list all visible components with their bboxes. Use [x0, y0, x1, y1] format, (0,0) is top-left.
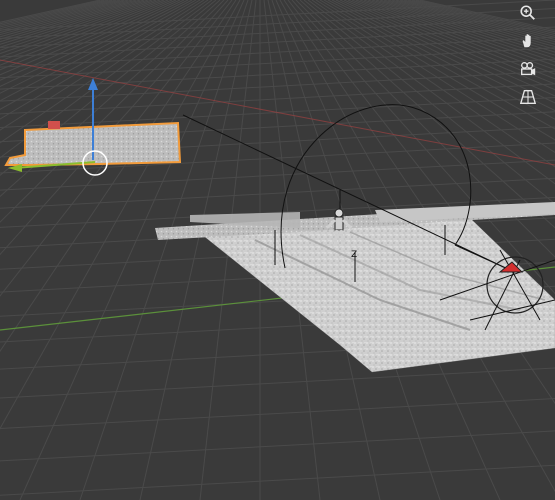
- z-axis-label: Z: [351, 250, 357, 260]
- hand-icon: [522, 34, 531, 48]
- camera-view-icon: [521, 62, 536, 76]
- 3d-viewport[interactable]: Z: [0, 0, 555, 500]
- ortho-toggle-button[interactable]: [514, 84, 542, 110]
- zoom-button[interactable]: [514, 0, 542, 26]
- scene-canvas[interactable]: Z: [0, 0, 555, 500]
- magnifier-plus-icon: [520, 5, 535, 20]
- perspective-grid-icon: [519, 90, 537, 104]
- terrain-scan[interactable]: [155, 202, 555, 373]
- navigation-gizmo: [509, 0, 547, 110]
- pan-button[interactable]: [514, 28, 542, 54]
- origin-marker: [48, 121, 60, 129]
- camera-view-button[interactable]: [514, 56, 542, 82]
